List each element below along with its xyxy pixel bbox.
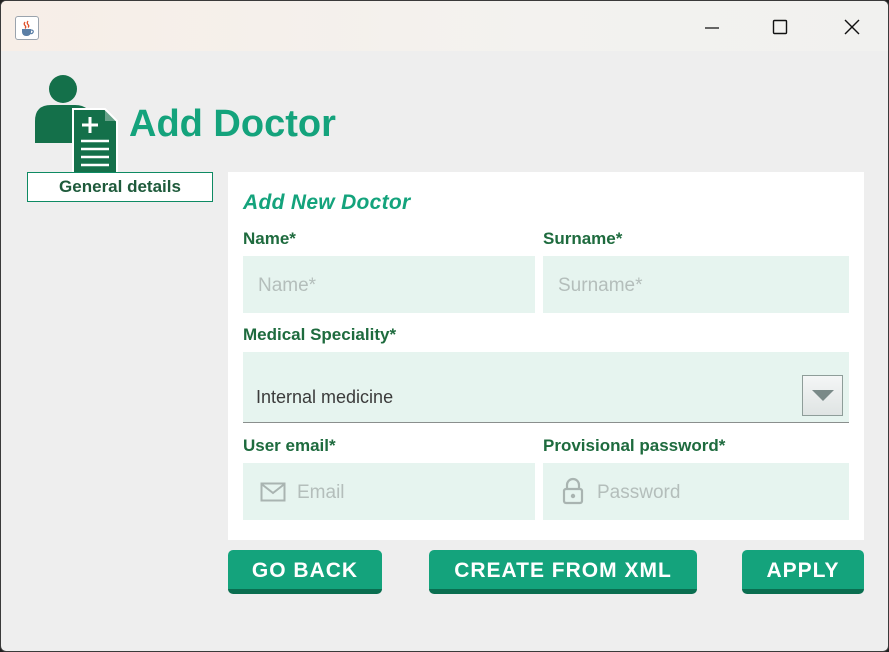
speciality-label: Medical Speciality* [243, 325, 397, 344]
email-input[interactable]: Email [243, 463, 535, 520]
surname-input[interactable]: Surname* [543, 256, 849, 313]
create-from-xml-button[interactable]: CREATE FROM XML [429, 550, 697, 594]
close-icon [844, 19, 860, 35]
surname-placeholder: Surname* [558, 275, 643, 296]
surname-label: Surname* [543, 229, 623, 248]
name-placeholder: Name* [258, 275, 317, 296]
chevron-down-icon [812, 390, 834, 401]
speciality-value: Internal medicine [256, 387, 394, 407]
name-label: Name* [243, 229, 296, 248]
dropdown-button[interactable] [802, 375, 843, 416]
maximize-icon [772, 19, 788, 35]
page-title: Add Doctor [129, 103, 336, 145]
app-window: Add Doctor General details Add New Docto… [0, 0, 889, 652]
apply-button[interactable]: APPLY [742, 550, 864, 594]
password-input[interactable]: Password [543, 463, 849, 520]
go-back-button[interactable]: GO BACK [228, 550, 382, 594]
password-placeholder: Password [597, 482, 681, 503]
title-bar [1, 1, 888, 51]
mail-icon [260, 482, 286, 502]
tab-general-details[interactable]: General details [27, 172, 213, 202]
name-input[interactable]: Name* [243, 256, 535, 313]
form-title: Add New Doctor [243, 191, 411, 214]
java-cup-icon [15, 16, 39, 40]
password-label: Provisional password* [543, 436, 726, 455]
doctor-clipboard-icon [35, 75, 118, 174]
lock-icon [562, 477, 584, 505]
speciality-select[interactable]: Internal medicine [243, 352, 849, 423]
form-panel: Add New Doctor Name* Surname* Name* Surn… [228, 172, 864, 540]
email-label: User email* [243, 436, 336, 455]
email-placeholder: Email [297, 482, 345, 503]
close-button[interactable] [829, 9, 875, 45]
maximize-button[interactable] [757, 9, 803, 45]
minimize-icon [705, 27, 719, 29]
minimize-button[interactable] [689, 9, 735, 45]
